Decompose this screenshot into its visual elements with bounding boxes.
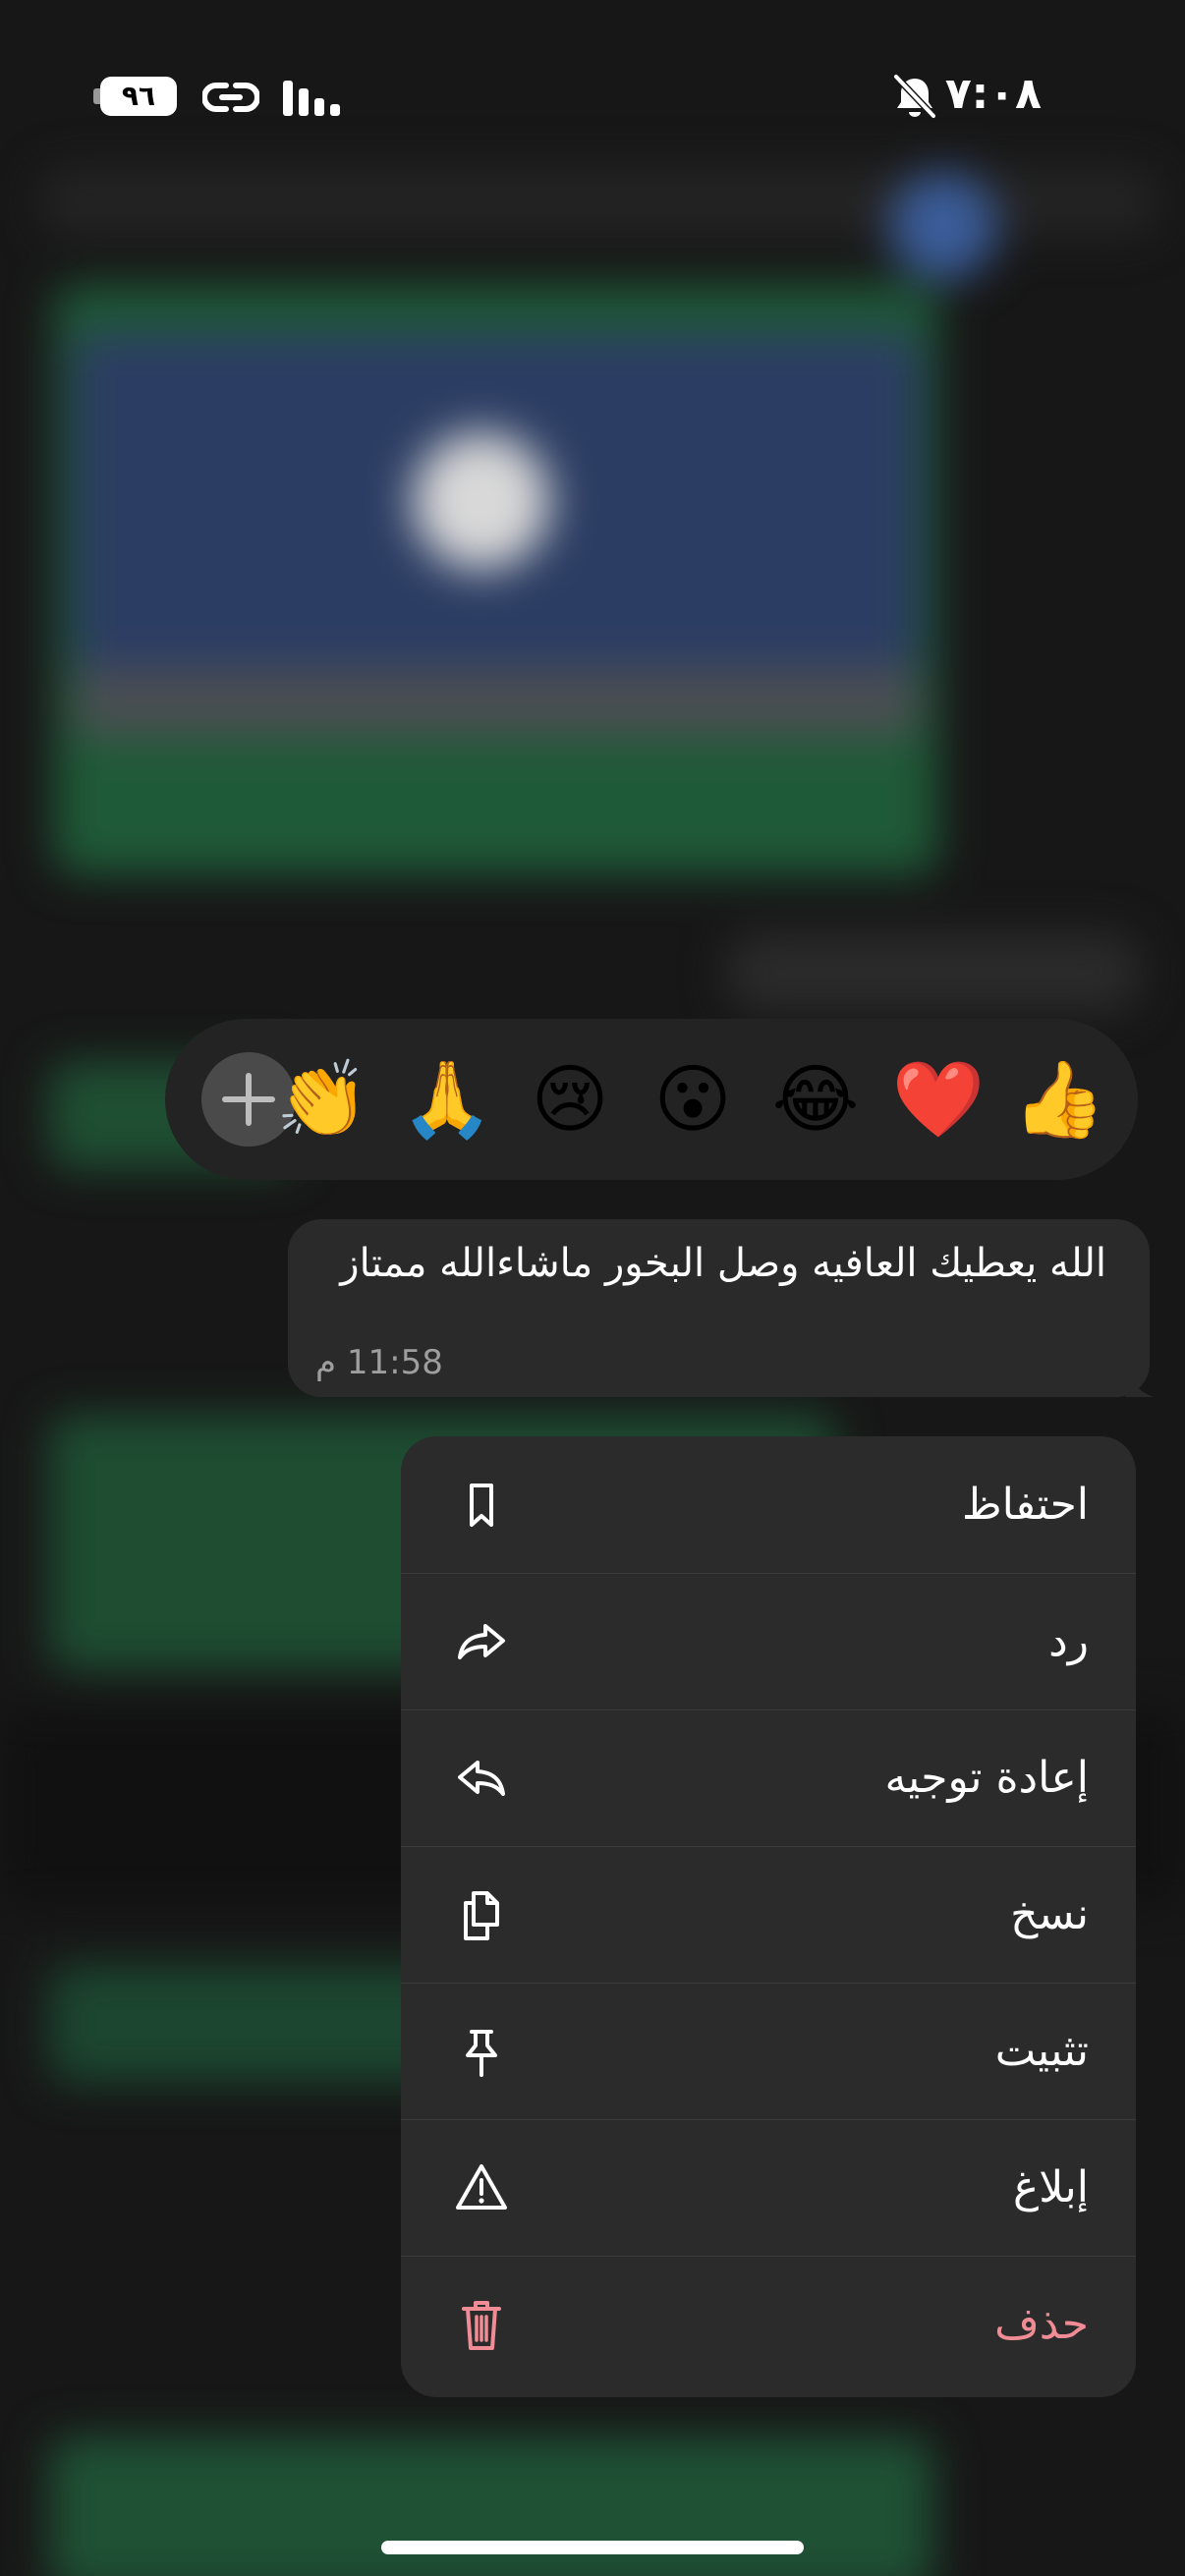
battery-tip [93,88,100,104]
bell-slash-icon [893,74,936,119]
status-bar: ٩٦ ٧:٠٨ [0,0,1185,187]
menu-item-reply[interactable]: رد [401,1573,1136,1710]
warning-icon [456,2164,507,2210]
menu-item-copy[interactable]: نسخ [401,1846,1136,1984]
blurred-date-pill [727,933,1140,1012]
battery-indicator: ٩٦ [100,77,177,116]
menu-item-pin[interactable]: تثبيت [401,1983,1136,2120]
reaction-wow[interactable]: 😮 [644,1055,742,1144]
pin-icon [466,2030,497,2077]
menu-item-report[interactable]: إبلاغ [401,2119,1136,2257]
message-text: الله يعطيك العافيه وصل البخور ماشاءالله … [340,1241,1106,1286]
reaction-laugh[interactable]: 😂 [766,1055,865,1144]
reaction-clap[interactable]: 👏 [273,1055,371,1144]
signal-icon [283,81,340,116]
trash-icon [462,2301,501,2350]
menu-item-delete[interactable]: حذف [401,2256,1136,2392]
menu-item-label: حذف [994,2299,1089,2349]
menu-item-save[interactable]: احتفاظ [401,1436,1136,1574]
blurred-avatar [889,172,997,280]
link-icon [202,83,259,112]
blurred-media-highlight [413,432,550,570]
menu-item-label: إعادة توجيه [884,1753,1089,1803]
status-time: ٧:٠٨ [944,69,1042,119]
reply-icon [458,1624,505,1659]
copy-icon [464,1891,499,1940]
bookmark-icon [470,1484,493,1527]
reaction-cry[interactable]: 😢 [521,1055,619,1144]
blurred-message [49,2436,933,2576]
message-context-menu: احتفاظ رد إعادة توجيه نسخ تثبيت إبلاغ حذ… [401,1436,1136,2397]
menu-item-label: نسخ [1010,1889,1089,1939]
menu-item-label: رد [1048,1616,1089,1666]
reaction-heart[interactable]: ❤️ [889,1055,988,1144]
bubble-tail [1125,1368,1155,1397]
home-indicator[interactable] [381,2541,804,2554]
menu-item-label: إبلاغ [1013,2162,1089,2212]
message-time: 11:58 م [315,1343,443,1382]
menu-item-label: احتفاظ [961,1480,1089,1530]
chat-screen: ٩٦ ٧:٠٨ 👏 🙏 😢 😮 😂 ❤️ 👍 الله يعطيك العافي… [0,0,1185,2576]
blurred-media-strip [74,668,919,737]
forward-icon [458,1761,505,1796]
reaction-thumbs-up[interactable]: 👍 [1010,1055,1108,1144]
menu-item-forward[interactable]: إعادة توجيه [401,1709,1136,1847]
menu-item-label: تثبيت [994,2026,1089,2076]
reaction-pray[interactable]: 🙏 [398,1055,496,1144]
message-bubble[interactable]: الله يعطيك العافيه وصل البخور ماشاءالله … [288,1219,1150,1397]
reaction-bar: 👏 🙏 😢 😮 😂 ❤️ 👍 [165,1019,1138,1180]
